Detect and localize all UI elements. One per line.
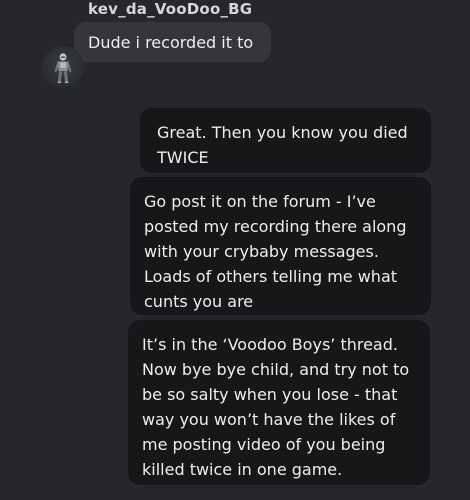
message-line: way you won’t have the likes of: [142, 410, 396, 429]
message-line: Great. Then you know you died: [157, 123, 408, 142]
message-line: It’s in the ‘Voodoo Boys’ thread.: [142, 335, 398, 354]
sender-name[interactable]: kev_da_VooDoo_BG: [88, 0, 252, 18]
armored-soldier-avatar-icon: [54, 53, 72, 84]
message-line: me posting video of you being: [142, 435, 386, 454]
outgoing-message-bubble[interactable]: Great. Then you know you died TWICE: [140, 108, 431, 173]
message-line: with your crybaby messages.: [144, 242, 379, 261]
avatar[interactable]: [42, 46, 84, 88]
outgoing-message-bubble[interactable]: It’s in the ‘Voodoo Boys’ thread. Now by…: [128, 320, 430, 485]
message-line: Loads of others telling me what: [144, 267, 398, 286]
incoming-message-text: Dude i recorded it to: [88, 33, 254, 52]
incoming-message-bubble[interactable]: Dude i recorded it to: [74, 22, 271, 62]
message-line: cunts you are: [144, 292, 254, 311]
message-line: posted my recording there along: [144, 217, 407, 236]
message-line: Go post it on the forum - I’ve: [144, 192, 376, 211]
message-line: TWICE: [157, 148, 209, 167]
message-line: be so salty when you lose - that: [142, 385, 398, 404]
outgoing-message-bubble[interactable]: Go post it on the forum - I’ve posted my…: [130, 177, 431, 315]
message-line: killed twice in one game.: [142, 460, 343, 479]
message-line: Now bye bye child, and try not to: [142, 360, 410, 379]
